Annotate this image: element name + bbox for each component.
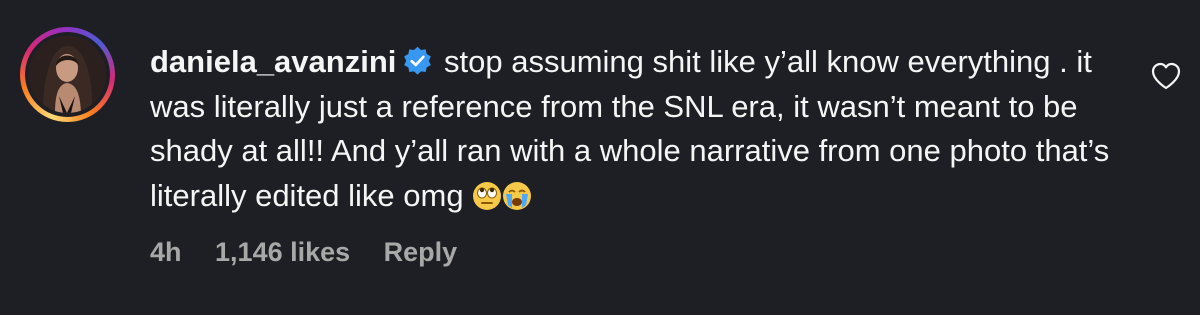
comment-timestamp[interactable]: 4h (150, 237, 182, 267)
avatar[interactable] (29, 36, 106, 113)
comment: daniela_avanzini stop assuming shit like… (0, 0, 1200, 315)
username-link[interactable]: daniela_avanzini (150, 44, 396, 79)
heart-icon[interactable] (1151, 62, 1181, 90)
reply-button[interactable]: Reply (384, 237, 458, 267)
verified-badge-icon (404, 46, 432, 75)
crying-emoji (503, 181, 532, 210)
avatar-gap (25, 32, 110, 117)
avatar-story-ring[interactable] (20, 27, 115, 122)
avatar-image (29, 36, 106, 113)
comment-meta: 4h 1,146 likes Reply (150, 237, 483, 268)
eye-roll-emoji (473, 181, 502, 210)
comment-text-block: daniela_avanzini stop assuming shit like… (150, 40, 1130, 218)
comment-text-line1: stop assuming shit like y’all know (444, 44, 899, 79)
likes-count[interactable]: 1,146 likes (215, 237, 350, 267)
